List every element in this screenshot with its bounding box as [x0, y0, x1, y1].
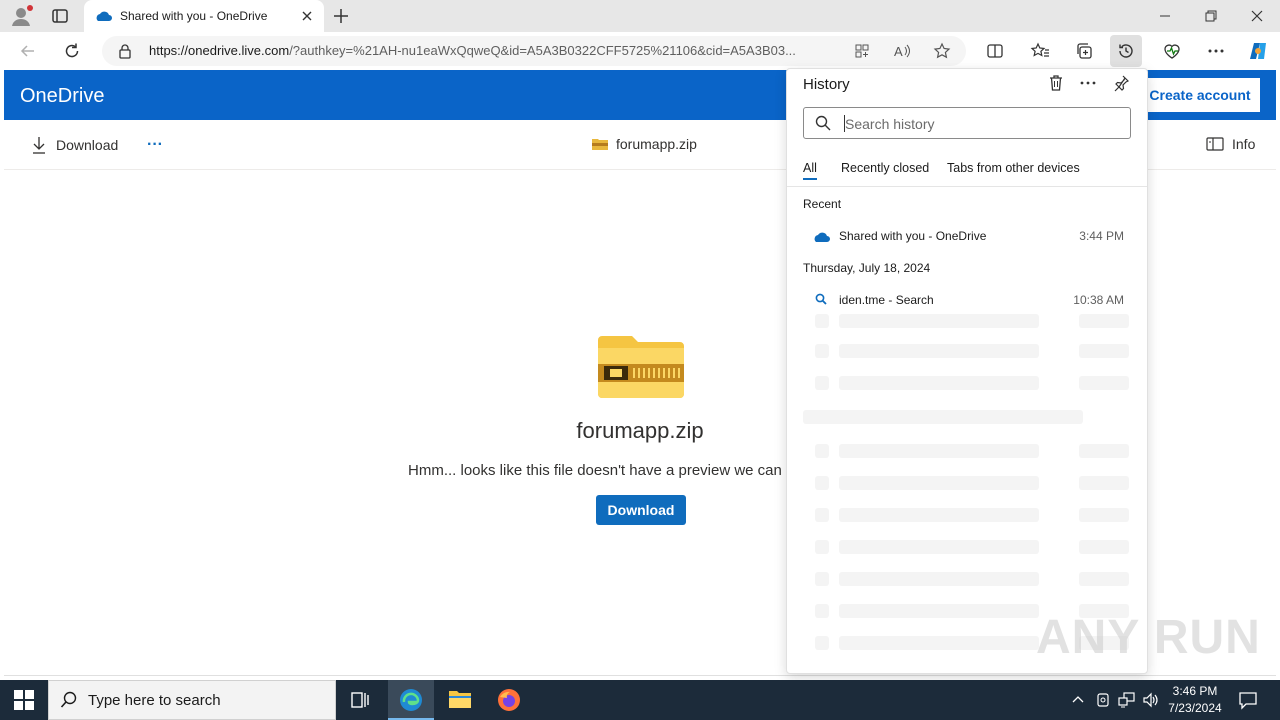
collections-icon[interactable]: [1068, 35, 1100, 67]
apps-icon[interactable]: [846, 35, 878, 67]
info-panel-icon: [1206, 136, 1224, 152]
zip-file-icon: [598, 336, 684, 398]
history-title: History: [803, 76, 850, 93]
taskbar-clock[interactable]: 3:46 PM 7/23/2024: [1160, 683, 1230, 717]
toolbar-download-label: Download: [56, 137, 119, 153]
search-icon: [815, 293, 827, 305]
edge-icon: [400, 689, 422, 711]
refresh-icon[interactable]: [56, 35, 88, 67]
zip-folder-icon: [592, 137, 608, 151]
history-tab-all[interactable]: All: [803, 161, 817, 175]
create-account-button[interactable]: Create account: [1140, 78, 1260, 112]
preview-file-name: forumapp.zip: [576, 418, 704, 443]
clock-date: 7/23/2024: [1168, 701, 1222, 715]
back-icon[interactable]: [12, 35, 44, 67]
restore-icon[interactable]: [1188, 0, 1234, 32]
history-section-label: Thursday, July 18, 2024: [803, 261, 931, 275]
toolbar-download-button[interactable]: Download: [30, 135, 118, 155]
download-button[interactable]: Download: [596, 495, 686, 525]
history-item-title: Shared with you - OneDrive: [839, 229, 987, 243]
chevron-up-icon[interactable]: [1072, 694, 1084, 704]
windows-start-icon[interactable]: [14, 690, 34, 710]
watermark: ANY RUN: [1036, 611, 1261, 664]
no-preview-message: Hmm... looks like this file doesn't have…: [408, 462, 786, 479]
history-item-time: 10:38 AM: [1073, 293, 1124, 307]
onedrive-logo-text[interactable]: OneDrive: [20, 85, 104, 108]
search-icon: [60, 691, 78, 709]
url-text[interactable]: https://onedrive.live.com/?authkey=%21AH…: [149, 43, 849, 58]
file-explorer-icon[interactable]: [448, 688, 472, 710]
info-button[interactable]: Info: [1206, 136, 1255, 152]
toolbar-file-name: forumapp.zip: [616, 136, 697, 152]
history-search-placeholder: Search history: [845, 116, 935, 132]
tab-actions-icon[interactable]: [50, 6, 70, 26]
history-tab-recently-closed[interactable]: Recently closed: [841, 161, 929, 175]
taskbar-search-placeholder: Type here to search: [88, 692, 221, 709]
close-tab-icon[interactable]: [300, 9, 314, 23]
history-item-time: 3:44 PM: [1079, 229, 1124, 243]
close-window-icon[interactable]: [1234, 0, 1280, 32]
taskbar-edge-button[interactable]: [388, 680, 434, 720]
info-label: Info: [1232, 136, 1256, 152]
clock-time: 3:46 PM: [1172, 684, 1218, 698]
onedrive-tab-icon: [94, 9, 112, 23]
browser-essentials-icon[interactable]: [1156, 35, 1188, 67]
download-icon: [30, 135, 48, 155]
firefox-icon[interactable]: [497, 688, 521, 712]
minimize-icon[interactable]: [1142, 0, 1188, 32]
profile-icon[interactable]: [10, 5, 34, 27]
search-icon: [815, 115, 831, 131]
url-path: /?authkey=%21AH-nu1eaWxQqweQ&id=A5A3B032…: [289, 43, 796, 58]
favorites-icon[interactable]: [1024, 35, 1056, 67]
history-divider: [787, 186, 1147, 187]
onedrive-cloud-icon: [812, 230, 830, 243]
toolbar-more-button[interactable]: ···: [147, 136, 163, 154]
new-tab-icon[interactable]: [332, 7, 350, 25]
pin-icon[interactable]: [1112, 74, 1130, 92]
more-menu-icon[interactable]: [1200, 35, 1232, 67]
history-section-label: Recent: [803, 197, 842, 211]
device-icon[interactable]: [1096, 692, 1110, 708]
active-tab-indicator: [803, 178, 817, 180]
history-more-icon[interactable]: [1080, 81, 1096, 85]
history-loading-skeleton: [803, 314, 1133, 654]
notifications-icon[interactable]: [1238, 690, 1258, 710]
favorite-star-icon[interactable]: [926, 35, 958, 67]
lock-icon[interactable]: [118, 43, 132, 59]
volume-icon[interactable]: [1142, 692, 1160, 708]
url-host: https://onedrive.live.com: [149, 43, 290, 58]
svg-text:A: A: [894, 44, 903, 59]
task-view-icon[interactable]: [350, 690, 370, 710]
history-tab-other-devices[interactable]: Tabs from other devices: [947, 161, 1080, 175]
history-icon[interactable]: [1110, 35, 1142, 67]
network-icon[interactable]: [1118, 692, 1136, 708]
tab-title: Shared with you - OneDrive: [120, 9, 268, 23]
toolbar-file-title: forumapp.zip: [592, 136, 697, 152]
delete-history-icon[interactable]: [1047, 74, 1065, 92]
read-aloud-icon[interactable]: A: [886, 35, 918, 67]
split-screen-icon[interactable]: [979, 35, 1011, 67]
copilot-icon[interactable]: [1242, 35, 1274, 67]
history-item-title: iden.tme - Search: [839, 293, 934, 307]
